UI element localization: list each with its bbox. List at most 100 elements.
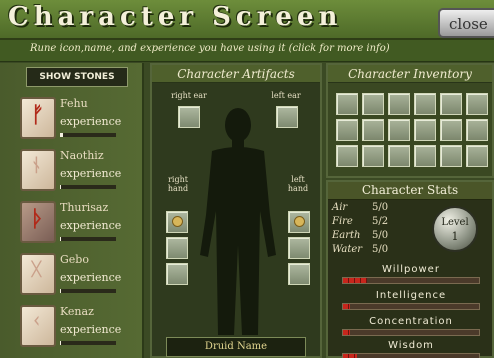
inventory-slot[interactable] <box>414 93 436 115</box>
inventory-slot[interactable] <box>336 145 358 167</box>
element-row-fire: Fire 5/2 <box>332 216 432 228</box>
rune-name: Thurisaz <box>60 201 109 214</box>
inventory-slot[interactable] <box>414 145 436 167</box>
attribute-name: Intelligence <box>375 290 447 301</box>
rune-stone-icon[interactable]: ᚷ <box>20 253 56 295</box>
attribute-bar-fill <box>343 330 350 335</box>
rune-item-gebo[interactable]: ᚷ Gebo experience <box>20 251 142 301</box>
left-ear-slot[interactable] <box>276 106 298 128</box>
attribute-name: Willpower <box>382 264 440 275</box>
attribute-wisdom: Wisdom <box>330 340 492 358</box>
attribute-bar-fill <box>343 278 368 283</box>
inventory-title: Character Inventory <box>348 67 472 81</box>
window-title: Character Screen <box>8 2 343 32</box>
rune-item-thurisaz[interactable]: ᚦ Thurisaz experience <box>20 199 142 249</box>
rune-name: Gebo <box>60 253 89 266</box>
inventory-slot[interactable] <box>388 119 410 141</box>
druid-name-field[interactable]: Druid Name <box>166 337 306 357</box>
inventory-slot[interactable] <box>440 145 462 167</box>
attribute-bar <box>342 329 480 336</box>
artifacts-title: Character Artifacts <box>177 67 295 81</box>
attribute-bar <box>342 277 480 284</box>
show-stones-button[interactable]: SHOW STONES <box>26 67 128 87</box>
inventory-slot[interactable] <box>414 119 436 141</box>
element-row-water: Water 5/0 <box>332 244 432 256</box>
rune-experience-bar <box>60 185 116 189</box>
stats-header: Character Stats <box>328 182 492 200</box>
attribute-bar <box>342 353 480 358</box>
element-name: Fire <box>332 216 353 227</box>
right-hand-label: right hand <box>167 175 189 193</box>
level-orb: Level 1 <box>432 206 478 252</box>
subtitle-text: Rune icon,name, and experience you have … <box>30 43 390 54</box>
rune-experience-fill <box>60 133 63 137</box>
rune-experience-bar <box>60 341 116 345</box>
close-button[interactable]: close <box>438 8 494 38</box>
inventory-slot[interactable] <box>466 119 488 141</box>
level-label: Level <box>441 217 469 228</box>
rune-name: Kenaz <box>60 305 94 318</box>
element-name: Air <box>332 202 348 213</box>
element-value: 5/0 <box>372 244 389 255</box>
attribute-willpower: Willpower <box>330 264 492 288</box>
attribute-intelligence: Intelligence <box>330 290 492 314</box>
rune-stone-icon[interactable]: ᚾ <box>20 149 56 191</box>
right-hand-slot-1[interactable] <box>166 211 188 233</box>
inventory-slot[interactable] <box>362 145 384 167</box>
rune-stone-icon[interactable]: ᚠ <box>20 97 56 139</box>
attribute-concentration: Concentration <box>330 316 492 340</box>
character-stats-panel: Character Stats Air 5/0 Fire 5/2 Earth 5… <box>326 180 494 358</box>
inventory-slot[interactable] <box>440 93 462 115</box>
rune-experience-bar <box>60 133 116 137</box>
inventory-slot[interactable] <box>336 119 358 141</box>
attribute-name: Concentration <box>369 316 453 327</box>
rune-stone-icon[interactable]: ᚲ <box>20 305 56 347</box>
character-screen-window: Character Screen close Rune icon,name, a… <box>0 0 494 358</box>
inventory-grid <box>336 93 488 167</box>
character-artifacts-panel: Character Artifacts right ear left ear r… <box>150 63 322 358</box>
inventory-slot[interactable] <box>362 93 384 115</box>
subtitle-bar: Rune icon,name, and experience you have … <box>0 40 494 62</box>
rune-experience-label: experience <box>60 115 122 128</box>
rune-list-panel: SHOW STONES ᚠ Fehu experience ᚾ Naothiz … <box>0 63 144 358</box>
rune-glyph-icon: ᚦ <box>31 207 45 232</box>
attribute-name: Wisdom <box>388 340 434 351</box>
rune-name: Fehu <box>60 97 88 110</box>
left-hand-slot-1[interactable] <box>288 211 310 233</box>
character-silhouette-icon <box>200 108 276 335</box>
right-ear-label: right ear <box>171 91 207 100</box>
rune-experience-bar <box>60 289 116 293</box>
rune-glyph-icon: ᚲ <box>31 311 42 332</box>
element-row-air: Air 5/0 <box>332 202 432 214</box>
left-hand-slot-2[interactable] <box>288 237 310 259</box>
inventory-slot[interactable] <box>336 93 358 115</box>
right-hand-slot-3[interactable] <box>166 263 188 285</box>
rune-glyph-icon: ᚷ <box>31 259 42 280</box>
left-hand-label: left hand <box>287 175 309 193</box>
right-hand-slot-2[interactable] <box>166 237 188 259</box>
element-value: 5/0 <box>372 230 389 241</box>
rune-glyph-icon: ᚾ <box>31 155 42 176</box>
inventory-slot[interactable] <box>388 93 410 115</box>
rune-experience-label: experience <box>60 323 122 336</box>
inventory-slot[interactable] <box>388 145 410 167</box>
level-value: 1 <box>451 230 459 243</box>
left-hand-slot-3[interactable] <box>288 263 310 285</box>
rune-experience-bar <box>60 237 116 241</box>
inventory-slot[interactable] <box>440 119 462 141</box>
inventory-slot[interactable] <box>466 93 488 115</box>
rune-item-fehu[interactable]: ᚠ Fehu experience <box>20 95 142 145</box>
right-ear-slot[interactable] <box>178 106 200 128</box>
amulet-icon <box>172 216 183 227</box>
inventory-slot[interactable] <box>466 145 488 167</box>
attribute-bar-fill <box>343 304 350 309</box>
rune-item-kenaz[interactable]: ᚲ Kenaz experience <box>20 303 142 353</box>
rune-stone-icon[interactable]: ᚦ <box>20 201 56 243</box>
rune-experience-label: experience <box>60 219 122 232</box>
inventory-slot[interactable] <box>362 119 384 141</box>
rune-experience-fill <box>60 289 62 293</box>
title-bar: Character Screen close <box>0 0 494 40</box>
element-value: 5/0 <box>372 202 389 213</box>
element-value: 5/2 <box>372 216 389 227</box>
rune-item-naothiz[interactable]: ᚾ Naothiz experience <box>20 147 142 197</box>
